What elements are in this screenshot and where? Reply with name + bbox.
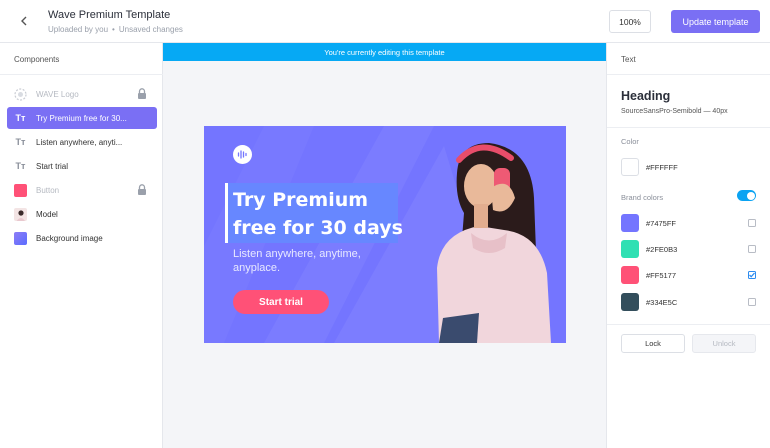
lock-icon[interactable] (137, 184, 147, 195)
component-label: Listen anywhere, anyti... (36, 137, 123, 147)
component-label: Button (36, 185, 60, 195)
top-bar: Wave Premium Template Uploaded by you • Un… (0, 0, 770, 43)
component-background-image[interactable]: Background image (7, 227, 157, 249)
headline-selection-handle[interactable] (225, 183, 228, 243)
image-thumbnail-icon (14, 207, 27, 221)
current-color-row[interactable]: #FFFFFF (621, 158, 761, 176)
brand-color-checkbox-checked[interactable] (748, 271, 756, 279)
brand-color-row[interactable]: #7475FF (621, 214, 761, 232)
template-status: Uploaded by you • Unsaved changes (48, 25, 183, 34)
lock-icon[interactable] (137, 88, 147, 99)
brand-color-hex: #FF5177 (646, 270, 677, 280)
brand-color-checkbox[interactable] (748, 298, 756, 306)
back-arrow-icon[interactable] (16, 13, 32, 29)
brand-color-swatch[interactable] (621, 240, 639, 258)
headline-text[interactable]: Try Premium free for 30 days (233, 186, 408, 242)
template-artwork[interactable]: Try Premium free for 30 days Listen anyw… (204, 126, 566, 343)
subline-text[interactable]: Listen anywhere, anytime, anyplace. (233, 247, 393, 275)
update-template-button[interactable]: Update template (671, 10, 760, 33)
brand-color-checkbox[interactable] (748, 219, 756, 227)
separator-dot: • (112, 25, 115, 34)
editing-notice: You're currently editing this template (163, 43, 606, 61)
divider (0, 74, 163, 75)
divider (607, 127, 770, 128)
components-title: Components (14, 55, 60, 64)
components-panel: Components WAVE Logo Tт Try Premium free… (0, 43, 163, 448)
brand-color-hex: #334E5C (646, 297, 678, 307)
brand-colors-label: Brand colors (621, 193, 664, 202)
selected-element-name: Heading (621, 89, 671, 103)
component-wave-logo[interactable]: WAVE Logo (7, 83, 157, 105)
start-trial-button[interactable]: Start trial (233, 290, 329, 314)
brand-color-row[interactable]: #334E5C (621, 293, 761, 311)
headline-line-2: free for 30 days (233, 217, 403, 239)
headline-line-1: Try Premium (233, 189, 369, 211)
current-color-hex: #FFFFFF (646, 162, 678, 172)
component-button[interactable]: Button (7, 179, 157, 201)
brand-color-row[interactable]: #FF5177 (621, 266, 761, 284)
component-headline-text[interactable]: Tт Try Premium free for 30... (7, 107, 157, 129)
toggle-knob (746, 191, 755, 200)
wave-logo[interactable] (233, 145, 252, 164)
model-image[interactable] (419, 138, 566, 343)
inspector-panel: Text Heading SourceSansPro-Semibold — 40… (606, 43, 770, 448)
text-icon: Tт (15, 137, 26, 147)
component-label: Start trial (36, 161, 69, 171)
brand-color-swatch[interactable] (621, 293, 639, 311)
font-info: SourceSansPro-Semibold — 40px (621, 108, 728, 115)
component-label: WAVE Logo (36, 89, 79, 99)
color-label: Color (621, 137, 639, 146)
component-model[interactable]: Model (7, 203, 157, 225)
component-cta-text[interactable]: Tт Start trial (7, 155, 157, 177)
text-icon: Tт (15, 113, 26, 123)
current-color-swatch[interactable] (621, 158, 639, 176)
text-icon: Tт (15, 161, 26, 171)
button-swatch-icon (14, 183, 27, 197)
component-subline-text[interactable]: Tт Listen anywhere, anyti... (7, 131, 157, 153)
brand-colors-toggle[interactable] (737, 190, 756, 201)
component-label: Try Premium free for 30... (36, 113, 127, 123)
brand-color-row[interactable]: #2FE0B3 (621, 240, 761, 258)
template-title: Wave Premium Template (48, 9, 171, 21)
brand-color-checkbox[interactable] (748, 245, 756, 253)
upload-owner: Uploaded by you (48, 25, 109, 34)
component-label: Model (36, 209, 58, 219)
background-swatch-icon (14, 231, 27, 245)
wave-logo-icon (14, 87, 27, 101)
unlock-button[interactable]: Unlock (692, 334, 756, 353)
divider (607, 324, 770, 325)
brand-color-swatch[interactable] (621, 266, 639, 284)
save-status: Unsaved changes (118, 25, 183, 34)
divider (607, 74, 770, 75)
inspector-title: Text (621, 55, 636, 64)
brand-color-swatch[interactable] (621, 214, 639, 232)
brand-color-hex: #2FE0B3 (646, 244, 678, 254)
zoom-level-button[interactable]: 100% (609, 10, 651, 33)
lock-button[interactable]: Lock (621, 334, 685, 353)
component-label: Background image (36, 233, 103, 243)
brand-color-hex: #7475FF (646, 218, 677, 228)
